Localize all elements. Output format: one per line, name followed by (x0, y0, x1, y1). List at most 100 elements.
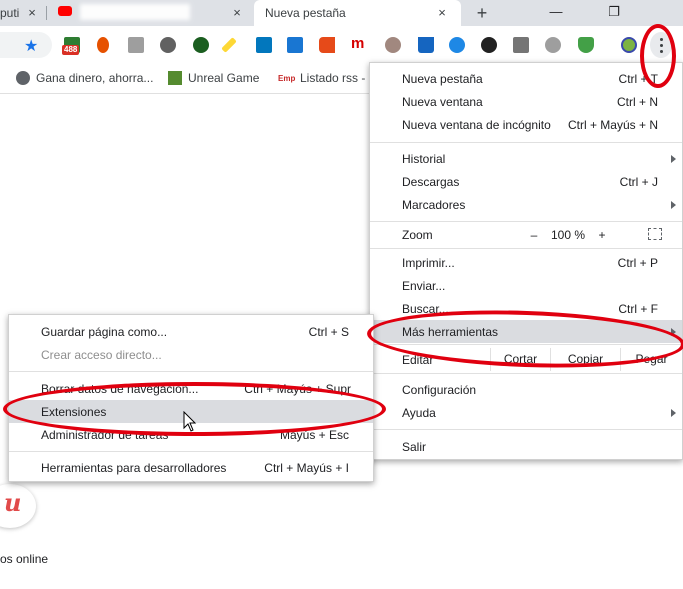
tab-label: puti (0, 6, 20, 20)
zoom-in-button[interactable]: + (590, 228, 614, 242)
menu-item-downloads[interactable]: Descargas Ctrl + J (370, 170, 682, 193)
menu-separator (370, 373, 682, 374)
emp-icon: Emp (278, 73, 296, 83)
mega-icon[interactable]: m (351, 36, 367, 53)
menu-separator (370, 429, 682, 430)
menu-item-shortcut: Ctrl + N (616, 94, 658, 109)
bookmark-star-icon[interactable]: ★ (24, 36, 38, 56)
bookmark-label: Unreal Game (188, 71, 260, 85)
menu-item-shortcut: Ctrl + S (308, 324, 349, 339)
tab-2[interactable]: × (47, 0, 253, 26)
logo-letter: u (4, 488, 22, 517)
menu-item-label: Zoom (402, 227, 433, 242)
menu-item-cast[interactable]: Enviar... (370, 274, 682, 297)
search-extension-icon[interactable] (481, 37, 497, 53)
submenu-item-save-page[interactable]: Guardar página como... Ctrl + S (9, 320, 373, 343)
tab-close-icon[interactable]: × (434, 5, 450, 21)
megaphone-icon[interactable] (319, 37, 335, 53)
redacted-title (80, 4, 190, 20)
youtube-icon (58, 6, 72, 16)
page-logo[interactable]: u (0, 484, 36, 528)
tab-close-icon[interactable]: × (229, 5, 245, 21)
menu-item-label: Nueva pestaña (402, 71, 483, 86)
zoom-value: 100 % (550, 227, 586, 242)
menu-item-label: Nueva ventana de incógnito (402, 117, 551, 132)
menu-separator (370, 248, 682, 249)
java-icon[interactable] (97, 37, 109, 53)
menu-item-label: Descargas (402, 174, 460, 189)
globe-extension-icon[interactable] (193, 37, 209, 53)
fullscreen-icon[interactable] (648, 228, 662, 240)
menu-item-print[interactable]: Imprimir... Ctrl + P (370, 251, 682, 274)
menu-item-shortcut: Ctrl + F (618, 301, 658, 316)
menu-item-label: Historial (402, 151, 446, 166)
tab-label: Nueva pestaña (265, 6, 346, 20)
menu-item-new-window[interactable]: Nueva ventana Ctrl + N (370, 90, 682, 113)
profile-icon[interactable] (621, 37, 637, 53)
menu-item-shortcut: Ctrl + Mayús + I (264, 460, 349, 475)
submenu-item-dev-tools[interactable]: Herramientas para desarrolladores Ctrl +… (9, 456, 373, 479)
bookmark-item[interactable]: Emp Listado rss - (278, 71, 365, 85)
menu-item-shortcut: Ctrl + P (617, 255, 658, 270)
mouse-cursor-icon (183, 411, 197, 432)
menu-item-shortcut: Ctrl + J (619, 174, 658, 189)
check-icon[interactable] (449, 37, 465, 53)
zoom-controls: – 100 % + (522, 228, 614, 242)
submenu-arrow-icon (671, 154, 676, 163)
cube-icon[interactable] (128, 37, 144, 53)
menu-separator (9, 371, 373, 372)
menu-item-exit[interactable]: Salir (370, 435, 682, 458)
trash-icon[interactable] (418, 37, 434, 53)
menu-item-label: Enviar... (402, 278, 446, 293)
submenu-item-create-shortcut: Crear acceso directo... (9, 343, 373, 366)
camera-icon[interactable] (287, 37, 303, 53)
page-caption: os online (0, 552, 49, 566)
zoom-out-button[interactable]: – (522, 228, 546, 242)
browser-menu: Nueva pestaña Ctrl + T Nueva ventana Ctr… (369, 62, 683, 460)
bookmark-label: Listado rss - (300, 71, 366, 85)
menu-item-label: Imprimir... (402, 255, 455, 270)
submenu-arrow-icon (671, 200, 676, 209)
tab-close-icon[interactable]: × (24, 5, 40, 21)
menu-separator (370, 142, 682, 143)
submenu-arrow-icon (671, 408, 676, 417)
bookmark-label: Gana dinero, ahorra... (36, 71, 154, 85)
highlighter-icon[interactable] (221, 37, 237, 53)
menu-separator (9, 451, 373, 452)
menu-separator (370, 221, 682, 222)
tb-extension-icon[interactable] (513, 37, 529, 53)
menu-item-label: Configuración (402, 382, 477, 397)
speaker-icon[interactable] (160, 37, 176, 53)
menu-item-label: Crear acceso directo... (41, 347, 162, 362)
annotation-ring-menu-button (640, 24, 676, 88)
menu-item-zoom: Zoom – 100 % + (370, 223, 682, 246)
bookmark-item[interactable]: Gana dinero, ahorra... (16, 71, 153, 85)
bookmark-item[interactable]: Unreal Game (168, 71, 259, 85)
menu-item-history[interactable]: Historial (370, 147, 682, 170)
cookie-icon[interactable] (385, 37, 401, 53)
menu-item-label: Nueva ventana (402, 94, 483, 109)
menu-item-help[interactable]: Ayuda (370, 401, 682, 424)
new-tab-button[interactable]: + (472, 3, 492, 23)
menu-item-bookmarks[interactable]: Marcadores (370, 193, 682, 216)
globe-icon (16, 71, 30, 85)
menu-item-label: Guardar página como... (41, 324, 168, 339)
minimize-button[interactable]: — (545, 2, 567, 22)
koala-icon[interactable] (545, 37, 561, 53)
toolbar: ★ 488 m (0, 26, 683, 64)
tab-strip: puti × × Nueva pestaña × + — ❐ (0, 0, 683, 26)
tab-1[interactable]: puti × (0, 0, 46, 26)
s-extension-icon[interactable] (256, 37, 272, 53)
shield-icon[interactable] (578, 37, 594, 53)
menu-item-shortcut: Ctrl + Mayús + N (567, 117, 658, 132)
extension-badge: 488 (62, 45, 80, 55)
menu-item-label: Ayuda (402, 405, 436, 420)
menu-item-label: Salir (402, 439, 427, 454)
restore-button[interactable]: ❐ (603, 2, 625, 22)
tab-active[interactable]: Nueva pestaña × (254, 0, 461, 26)
menu-item-settings[interactable]: Configuración (370, 378, 682, 401)
menu-item-label: Marcadores (402, 197, 466, 212)
menu-item-new-tab[interactable]: Nueva pestaña Ctrl + T (370, 67, 682, 90)
menu-item-label: Herramientas para desarrolladores (41, 460, 227, 475)
menu-item-incognito[interactable]: Nueva ventana de incógnito Ctrl + Mayús … (370, 113, 682, 136)
